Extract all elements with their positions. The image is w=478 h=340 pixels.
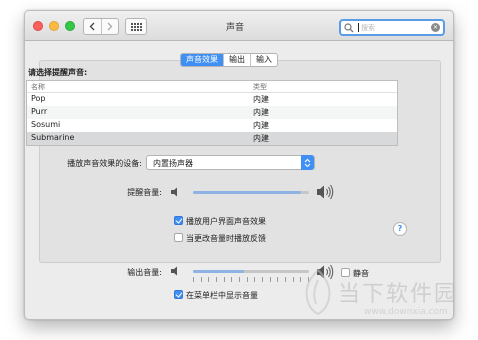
output-volume-fill	[193, 270, 244, 273]
speaker-high-icon	[317, 184, 334, 200]
search-placeholder: 搜索	[361, 24, 375, 32]
tab-sound-effects[interactable]: 声音效果	[181, 54, 223, 66]
output-volume-ticks	[193, 277, 309, 282]
feedback-volume-checkbox[interactable]	[174, 233, 183, 242]
table-row[interactable]: Sosumi 内建	[27, 119, 397, 132]
ui-sound-effects-checkbox[interactable]	[174, 216, 183, 225]
sound-type: 内建	[253, 108, 269, 117]
tab-output[interactable]: 输出	[223, 54, 250, 66]
alert-volume-label: 提醒音量:	[127, 188, 162, 197]
alert-sound-label: 请选择提醒声音:	[28, 68, 88, 77]
alert-sound-table: 名称 类型 Pop 内建 Purr 内建 Sosumi 内建 Submarine…	[26, 80, 398, 146]
output-device-value: 内置扬声器	[153, 159, 193, 168]
sound-name: Sosumi	[31, 120, 61, 129]
navigation-buttons	[83, 18, 119, 35]
ui-sound-effects-label: 播放用户界面声音效果	[186, 217, 266, 226]
site-watermark: 当下软件园 www.downxia.com	[300, 268, 478, 328]
output-device-popup[interactable]: 内置扬声器	[146, 155, 315, 170]
zoom-window-button[interactable]	[65, 21, 75, 31]
sound-name: Submarine	[31, 133, 75, 142]
window-title: 声音	[225, 23, 244, 33]
watermark-logo	[305, 268, 331, 316]
tab-input[interactable]: 输入	[250, 54, 277, 66]
table-row-selected[interactable]: Submarine 内建	[27, 132, 397, 145]
table-header: 名称 类型	[27, 81, 397, 93]
text-cursor	[358, 23, 359, 32]
sound-type: 内建	[253, 95, 269, 104]
sound-type: 内建	[253, 134, 269, 143]
watermark-text: 当下软件园	[338, 282, 459, 307]
tab-bar: 声音效果 输出 输入	[180, 53, 278, 67]
back-button[interactable]	[84, 19, 101, 34]
close-window-button[interactable]	[33, 21, 43, 31]
sound-type: 内建	[253, 121, 269, 130]
sound-name: Pop	[31, 94, 46, 103]
forward-arrow-icon	[107, 22, 113, 31]
watermark-url: www.downxia.com	[364, 307, 448, 317]
search-icon	[344, 23, 354, 33]
device-label: 播放声音效果的设备:	[67, 159, 142, 168]
feedback-volume-label: 当更改音量时播放反馈	[186, 234, 266, 243]
help-button[interactable]: ?	[393, 222, 407, 236]
speaker-low-icon	[171, 266, 177, 276]
alert-volume-fill	[193, 191, 301, 194]
column-header-name[interactable]: 名称	[31, 82, 45, 92]
forward-button[interactable]	[100, 19, 119, 34]
output-volume-label: 输出音量:	[127, 268, 162, 277]
popup-arrows-icon	[301, 155, 314, 170]
speaker-low-icon	[171, 187, 177, 197]
column-header-type[interactable]: 类型	[253, 82, 267, 92]
back-arrow-icon	[89, 22, 95, 31]
show-all-button[interactable]	[125, 18, 147, 35]
output-volume-slider[interactable]	[193, 270, 309, 273]
table-row[interactable]: Purr 内建	[27, 106, 397, 119]
clear-icon[interactable]: ✕	[431, 23, 440, 32]
alert-volume-slider[interactable]	[193, 191, 309, 194]
title-bar: 声音 搜索 ✕	[25, 11, 453, 41]
table-row[interactable]: Pop 内建	[27, 93, 397, 106]
sound-name: Purr	[31, 107, 48, 116]
show-volume-menubar-checkbox[interactable]	[174, 290, 183, 299]
show-volume-menubar-label: 在菜单栏中显示音量	[186, 291, 258, 300]
grid-icon	[130, 22, 142, 31]
search-field[interactable]: 搜索 ✕	[339, 19, 445, 36]
minimize-window-button[interactable]	[49, 21, 59, 31]
